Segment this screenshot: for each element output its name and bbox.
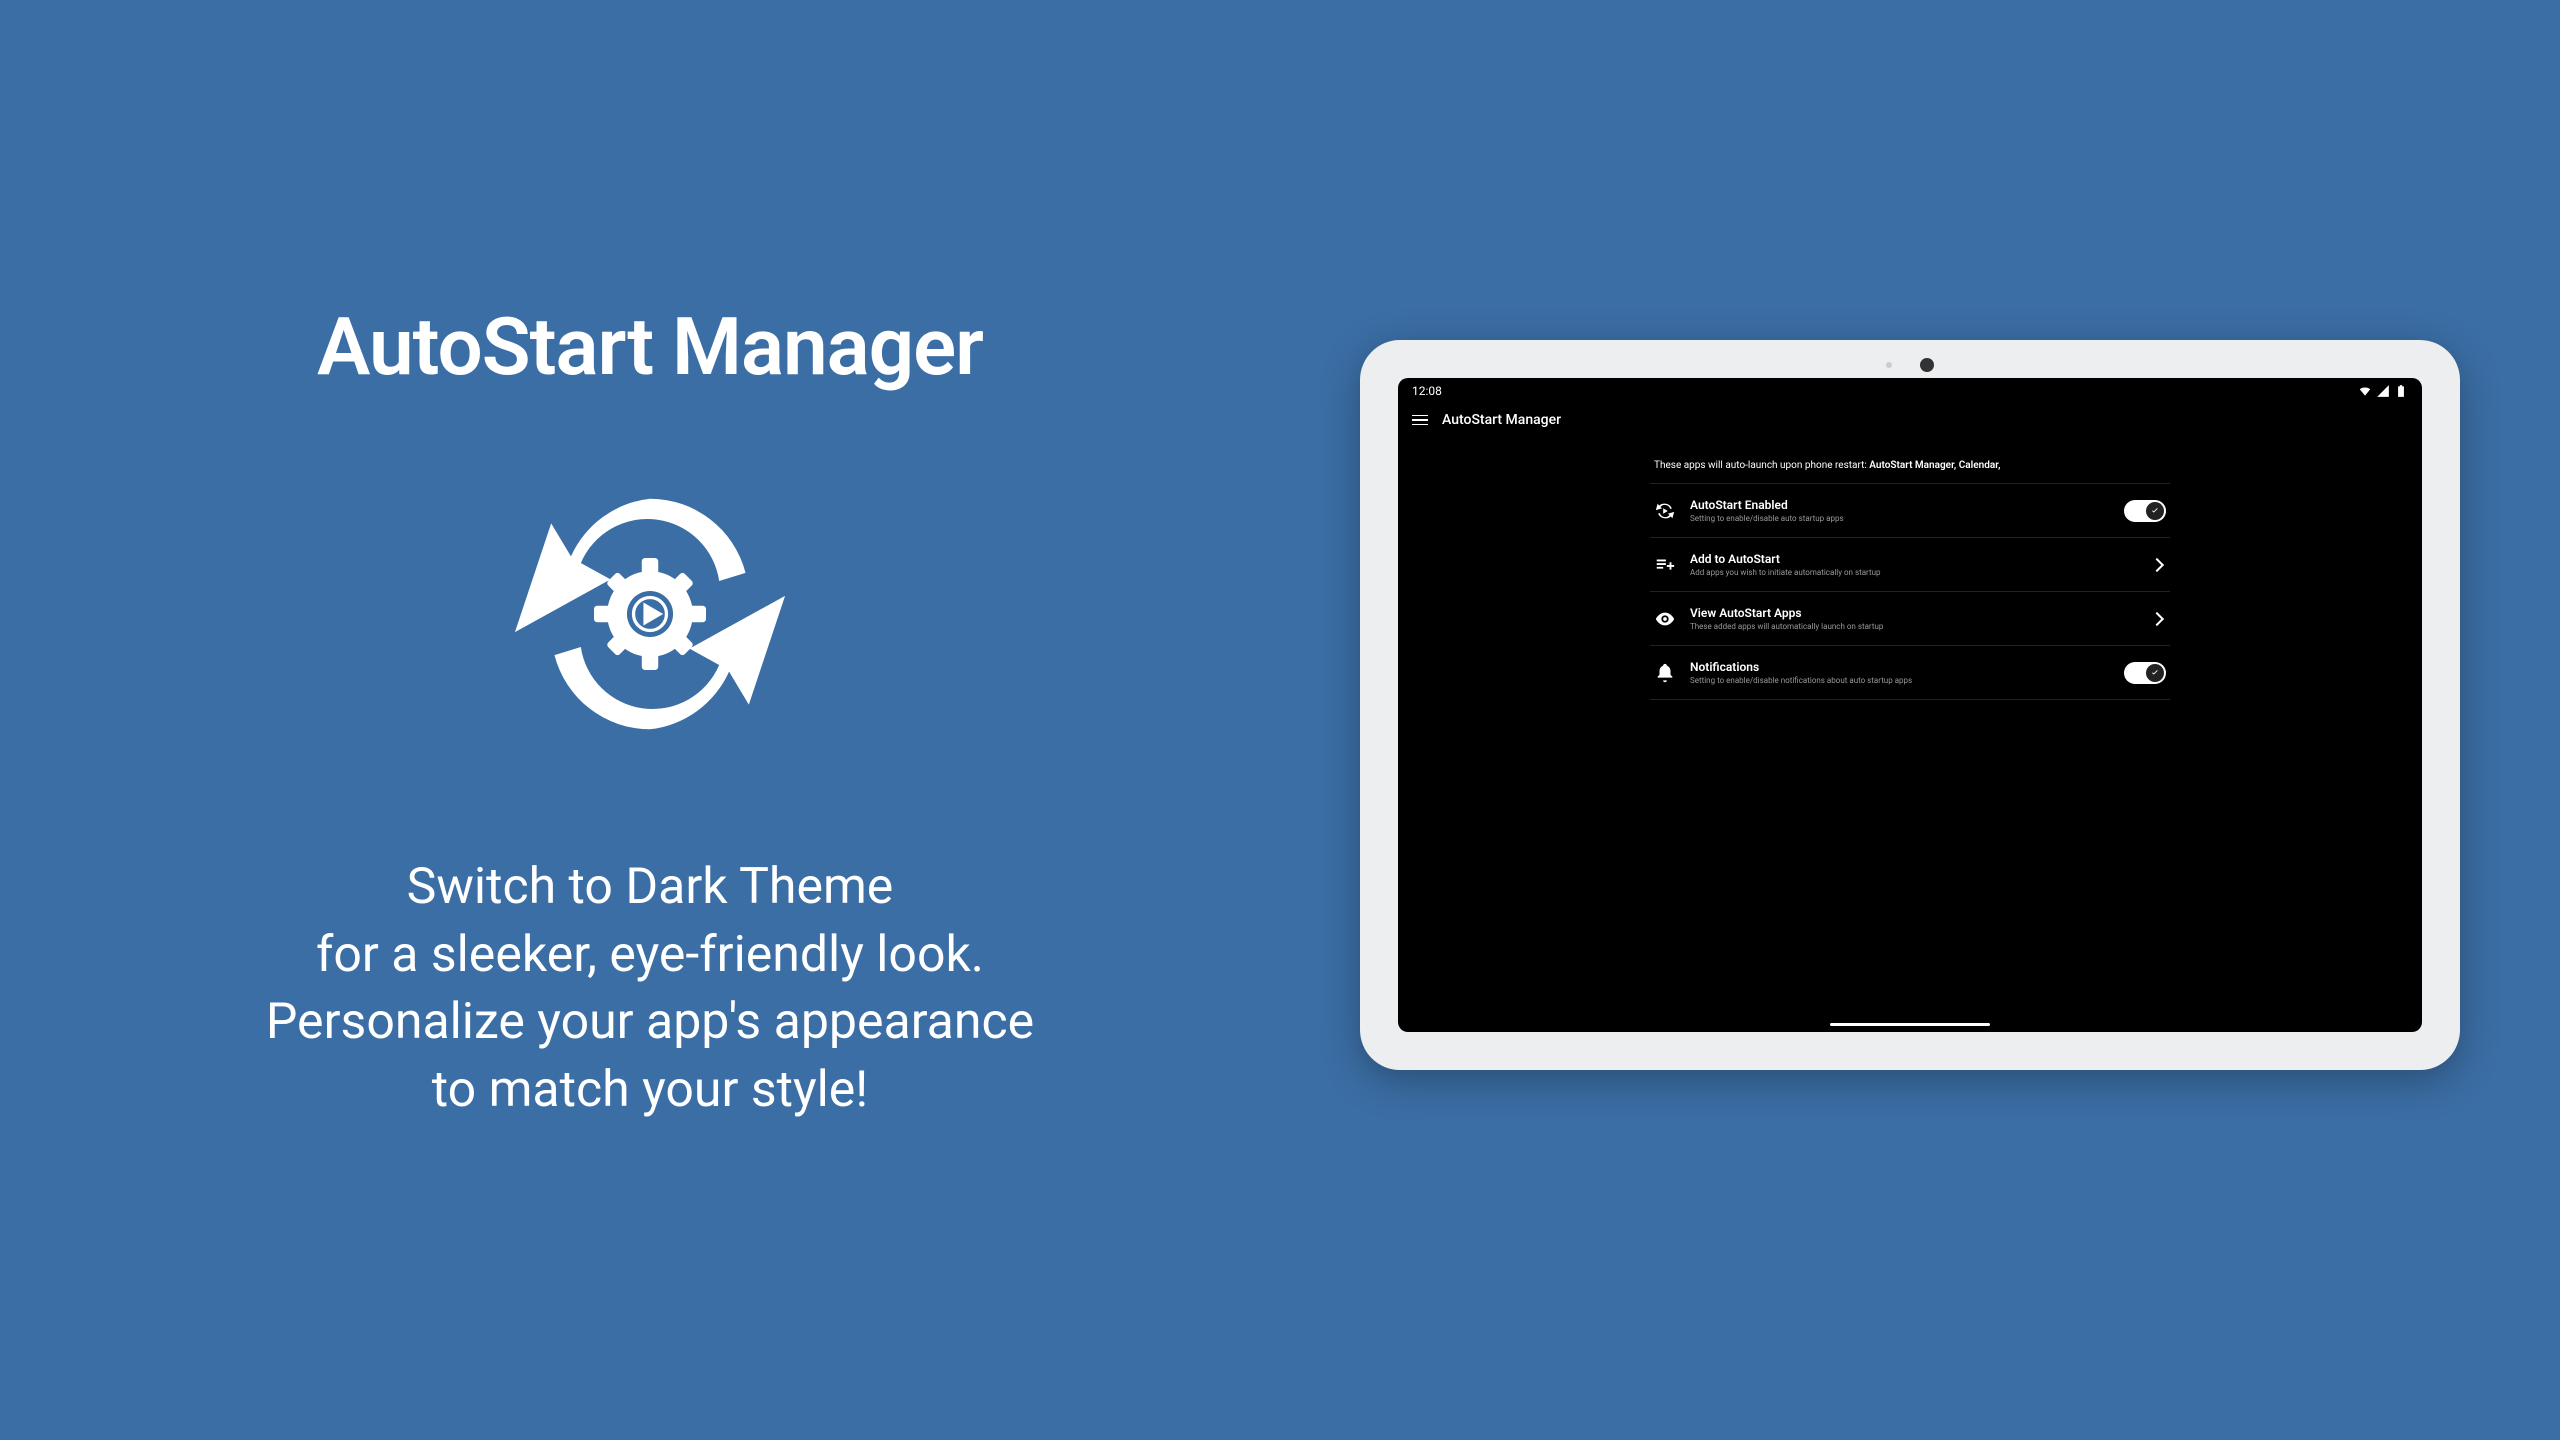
status-icons [2358, 384, 2408, 398]
row-title: Notifications [1690, 660, 2110, 674]
app-logo-icon [480, 474, 820, 754]
battery-icon [2394, 384, 2408, 398]
app-bar-title: AutoStart Manager [1442, 412, 1561, 428]
app-bar: AutoStart Manager [1398, 402, 2422, 438]
marketing-panel: AutoStart Manager [200, 300, 1100, 1124]
row-view-apps[interactable]: View AutoStart Apps These added apps wil… [1650, 592, 2170, 646]
home-indicator[interactable] [1830, 1023, 1990, 1026]
bell-icon [1654, 662, 1676, 684]
row-notifications[interactable]: Notifications Setting to enable/disable … [1650, 646, 2170, 700]
row-subtitle: These added apps will automatically laun… [1690, 622, 2138, 631]
row-autostart-enabled[interactable]: AutoStart Enabled Setting to enable/disa… [1650, 484, 2170, 538]
settings-list: These apps will auto-launch upon phone r… [1650, 438, 2170, 700]
menu-icon[interactable] [1412, 415, 1428, 426]
tablet-frame: 12:08 AutoStart Manager These apps will … [1360, 340, 2460, 1070]
app-title: AutoStart Manager [200, 300, 1100, 394]
toggle-on[interactable] [2124, 662, 2166, 684]
toggle-on[interactable] [2124, 500, 2166, 522]
row-title: Add to AutoStart [1690, 552, 2138, 566]
row-subtitle: Setting to enable/disable notifications … [1690, 676, 2110, 685]
chevron-right-icon [2150, 557, 2164, 571]
hint-text: These apps will auto-launch upon phone r… [1650, 448, 2170, 484]
device-screen: 12:08 AutoStart Manager These apps will … [1398, 378, 2422, 1032]
row-title: View AutoStart Apps [1690, 606, 2138, 620]
signal-icon [2376, 384, 2390, 398]
sync-icon [1654, 500, 1676, 522]
row-subtitle: Add apps you wish to initiate automatica… [1690, 568, 2138, 577]
status-bar: 12:08 [1398, 378, 2422, 402]
status-time: 12:08 [1412, 384, 1442, 398]
row-add-autostart[interactable]: Add to AutoStart Add apps you wish to in… [1650, 538, 2170, 592]
row-title: AutoStart Enabled [1690, 498, 2110, 512]
chevron-right-icon [2150, 611, 2164, 625]
row-subtitle: Setting to enable/disable auto startup a… [1690, 514, 2110, 523]
wifi-icon [2358, 384, 2372, 398]
description-text: Switch to Dark Theme for a sleeker, eye-… [200, 854, 1100, 1124]
tablet-camera [1886, 358, 1934, 372]
list-plus-icon [1654, 554, 1676, 576]
eye-icon [1654, 608, 1676, 630]
